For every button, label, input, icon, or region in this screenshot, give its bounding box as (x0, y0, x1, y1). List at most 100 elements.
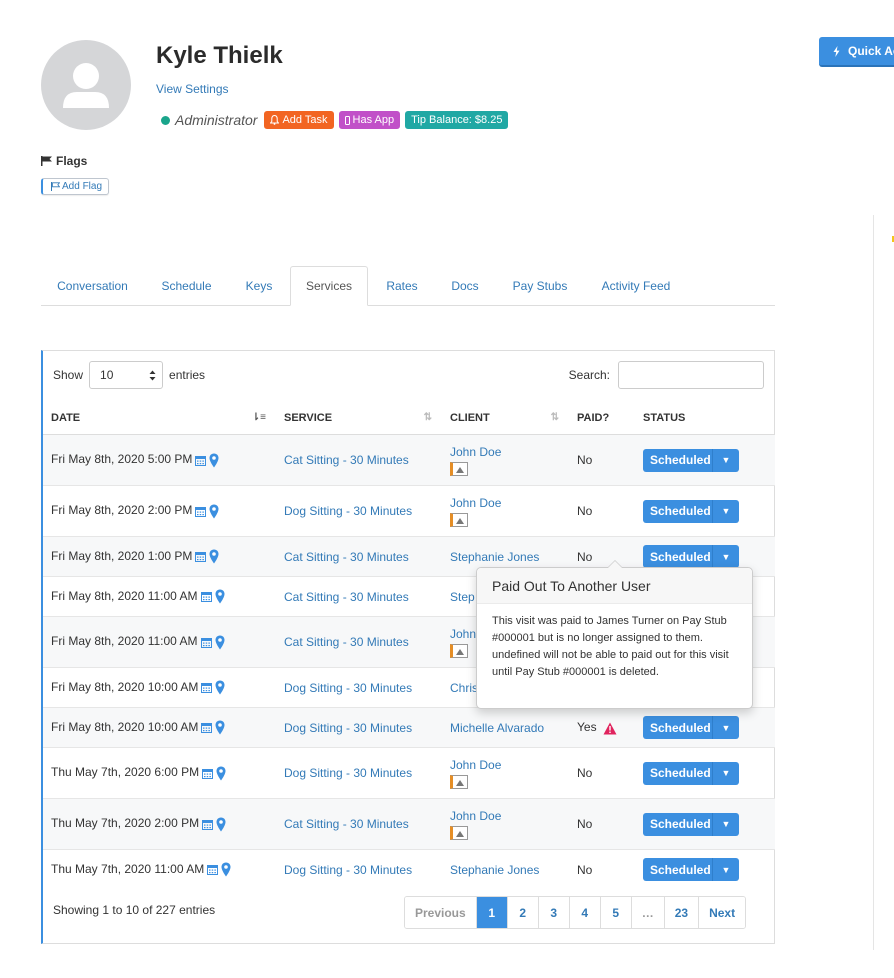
page-5[interactable]: 5 (599, 897, 631, 928)
status-dropdown-button[interactable]: Scheduled ▼ (643, 812, 739, 836)
service-link[interactable]: Cat Sitting - 30 Minutes (284, 590, 409, 604)
calendar-icon[interactable] (200, 591, 212, 603)
column-date[interactable]: DATE ⇂≡ (43, 401, 276, 435)
column-date-label: DATE (51, 411, 81, 424)
map-marker-icon[interactable] (215, 589, 225, 604)
calendar-icon[interactable] (207, 864, 219, 876)
quick-action-button[interactable]: Quick Ac (819, 37, 894, 67)
client-link[interactable]: Chris (450, 681, 478, 695)
cell-status: Scheduled ▼ (635, 485, 775, 537)
map-marker-icon[interactable] (216, 817, 226, 832)
cell-status: Scheduled ▼ (635, 747, 775, 799)
client-link[interactable]: John Doe (450, 809, 501, 823)
add-task-button[interactable]: Add Task (264, 111, 334, 129)
calendar-icon[interactable] (201, 722, 213, 734)
tab-schedule[interactable]: Schedule (144, 266, 229, 305)
page-1[interactable]: 1 (475, 897, 507, 928)
client-photo-icon[interactable] (450, 461, 468, 476)
calendar-icon[interactable] (200, 637, 212, 648)
page-3[interactable]: 3 (537, 897, 569, 928)
search-input[interactable] (618, 361, 764, 389)
warning-icon[interactable] (603, 722, 617, 735)
table-row: Fri May 8th, 2020 5:00 PM Cat Sitting - 3… (43, 434, 775, 486)
map-marker-icon[interactable] (215, 720, 225, 735)
map-marker-icon[interactable] (216, 766, 226, 781)
column-client-label: CLIENT (450, 411, 490, 424)
client-link[interactable]: Michelle Alvarado (450, 721, 544, 735)
page-previous[interactable]: Previous (405, 897, 476, 928)
map-marker-icon[interactable] (209, 453, 219, 468)
table-row: Thu May 7th, 2020 2:00 PM Cat Sitting - 3… (43, 798, 775, 850)
client-link[interactable]: John (450, 627, 476, 641)
tab-services[interactable]: Services (290, 266, 368, 306)
chevron-down-icon: ▼ (712, 716, 739, 739)
client-link[interactable]: John Doe (450, 758, 501, 772)
service-link[interactable]: Dog Sitting - 30 Minutes (284, 681, 412, 695)
status-dropdown-button[interactable]: Scheduled ▼ (643, 545, 739, 568)
status-dropdown-button[interactable]: Scheduled ▼ (643, 761, 739, 785)
service-link[interactable]: Dog Sitting - 30 Minutes (284, 863, 412, 877)
bell-icon (270, 115, 280, 125)
chevron-down-icon: ▼ (712, 545, 739, 568)
cell-date: Fri May 8th, 2020 10:00 AM (43, 667, 276, 708)
user-role: Administrator (175, 112, 258, 128)
table-row: Fri May 8th, 2020 2:00 PM Dog Sitting - 3… (43, 485, 775, 537)
sort-desc-icon: ⇂≡ (251, 412, 266, 423)
view-settings-link[interactable]: View Settings (156, 82, 229, 96)
calendar-icon[interactable] (201, 682, 213, 694)
page-2[interactable]: 2 (506, 897, 538, 928)
entries-select[interactable]: 10 (89, 361, 164, 389)
calendar-icon[interactable] (202, 819, 214, 830)
map-marker-icon[interactable] (215, 635, 225, 650)
status-label: Scheduled (650, 453, 711, 467)
tab-rates[interactable]: Rates (368, 266, 436, 305)
status-dropdown-button[interactable]: Scheduled ▼ (643, 499, 739, 523)
visit-date: Fri May 8th, 2020 11:00 AM (51, 588, 198, 603)
calendar-icon[interactable] (195, 506, 207, 517)
client-link[interactable]: Stephanie Jones (450, 863, 539, 877)
cell-paid: Yes (569, 707, 635, 748)
service-link[interactable]: Cat Sitting - 30 Minutes (284, 550, 409, 564)
status-dropdown-button[interactable]: Scheduled ▼ (643, 716, 739, 739)
service-link[interactable]: Dog Sitting - 30 Minutes (284, 721, 412, 735)
calendar-icon[interactable] (195, 455, 207, 466)
map-marker-icon[interactable] (209, 549, 219, 564)
client-photo-icon[interactable] (450, 643, 468, 658)
tab-pay-stubs[interactable]: Pay Stubs (494, 266, 586, 305)
service-link[interactable]: Cat Sitting - 30 Minutes (284, 817, 409, 831)
add-flag-label: Add Flag (62, 181, 103, 192)
tab-docs[interactable]: Docs (436, 266, 494, 305)
client-link[interactable]: Stephanie Jones (450, 550, 539, 564)
page-4[interactable]: 4 (568, 897, 600, 928)
client-photo-icon[interactable] (450, 825, 468, 840)
flag-icon (41, 156, 52, 166)
service-link[interactable]: Dog Sitting - 30 Minutes (284, 766, 412, 780)
map-marker-icon[interactable] (209, 504, 219, 519)
client-link[interactable]: John Doe (450, 445, 501, 459)
service-link[interactable]: Cat Sitting - 30 Minutes (284, 635, 409, 649)
column-client[interactable]: CLIENT ⇅ (442, 401, 569, 435)
column-service-label: SERVICE (284, 411, 333, 424)
map-marker-icon[interactable] (215, 680, 225, 695)
flags-heading: Flags (41, 154, 87, 168)
calendar-icon[interactable] (195, 551, 207, 563)
service-link[interactable]: Dog Sitting - 30 Minutes (284, 504, 412, 518)
tab-keys[interactable]: Keys (229, 266, 289, 305)
calendar-icon[interactable] (202, 768, 214, 779)
service-link[interactable]: Cat Sitting - 30 Minutes (284, 453, 409, 467)
column-status-label: STATUS (643, 411, 686, 424)
client-photo-icon[interactable] (450, 512, 468, 527)
status-dropdown-button[interactable]: Scheduled ▼ (643, 858, 739, 882)
add-flag-button[interactable]: Add Flag (41, 178, 110, 195)
page-next[interactable]: Next (698, 897, 746, 928)
client-link[interactable]: John Doe (450, 496, 501, 510)
tab-conversation[interactable]: Conversation (41, 266, 144, 305)
map-marker-icon[interactable] (221, 862, 231, 877)
client-link[interactable]: Step (450, 590, 475, 604)
page-23[interactable]: 23 (663, 897, 699, 928)
status-dropdown-button[interactable]: Scheduled ▼ (643, 448, 739, 472)
column-service[interactable]: SERVICE ⇅ (276, 401, 442, 435)
client-photo-icon[interactable] (450, 774, 468, 789)
tab-activity-feed[interactable]: Activity Feed (586, 266, 686, 305)
status-label: Scheduled (650, 720, 711, 735)
